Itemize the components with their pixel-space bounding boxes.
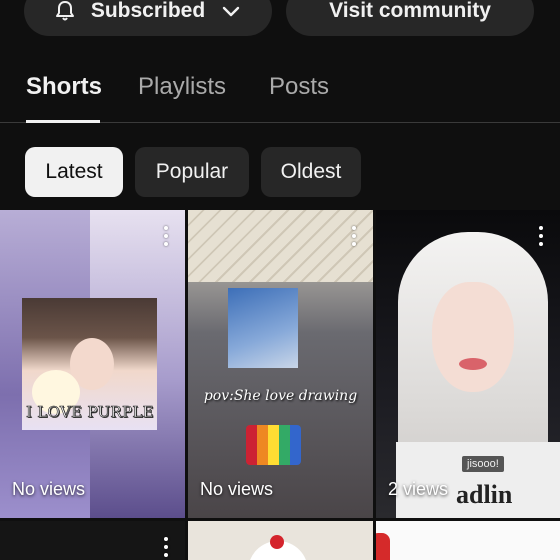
sort-chips: Latest Popular Oldest [25, 147, 361, 197]
subscribed-button[interactable]: Subscribed [24, 0, 272, 36]
view-count: No views [12, 479, 86, 499]
thumbnail-art [228, 288, 298, 368]
chip-latest[interactable]: Latest [25, 147, 123, 197]
subscribed-label: Subscribed [90, 0, 206, 22]
channel-tabs: Shorts Playlists Posts [0, 60, 560, 123]
short-thumbnail[interactable] [0, 521, 185, 560]
chip-oldest[interactable]: Oldest [261, 147, 361, 197]
more-vert-icon[interactable] [351, 226, 357, 246]
short-thumbnail[interactable]: pov:She love drawing No views [188, 210, 373, 518]
thumbnail-art [188, 210, 373, 282]
chevron-down-icon [219, 0, 243, 23]
short-thumbnail[interactable]: adlin jisooo! 2 views [376, 210, 560, 518]
tab-shorts[interactable]: Shorts [26, 60, 102, 123]
channel-actions: Subscribed Visit community [24, 0, 536, 36]
visit-community-button[interactable]: Visit community [286, 0, 534, 36]
chip-popular[interactable]: Popular [135, 147, 249, 197]
thumbnail-overlay-text: pov:She love drawing [203, 388, 358, 404]
visit-community-label: Visit community [329, 0, 491, 22]
tab-playlists[interactable]: Playlists [138, 60, 226, 122]
tab-posts[interactable]: Posts [269, 60, 329, 122]
more-vert-icon[interactable] [163, 226, 169, 246]
thumbnail-art: adlin [456, 480, 513, 509]
shorts-grid: I LOVE PURPLE No views pov:She love draw… [0, 210, 560, 560]
thumbnail-overlay-text: I LOVE PURPLE [26, 403, 154, 422]
more-vert-icon[interactable] [163, 537, 169, 557]
view-count: 2 views [388, 479, 449, 499]
view-count: No views [200, 479, 274, 499]
thumbnail-overlay-text: jisooo! [462, 456, 504, 472]
short-thumbnail[interactable] [376, 521, 560, 560]
channel-screen: Subscribed Visit community Shorts Playli… [0, 0, 560, 560]
more-vert-icon[interactable] [538, 226, 544, 246]
bell-icon [53, 0, 77, 23]
short-thumbnail[interactable] [188, 521, 373, 560]
short-thumbnail[interactable]: I LOVE PURPLE No views [0, 210, 185, 518]
thumbnail-art [246, 425, 301, 465]
